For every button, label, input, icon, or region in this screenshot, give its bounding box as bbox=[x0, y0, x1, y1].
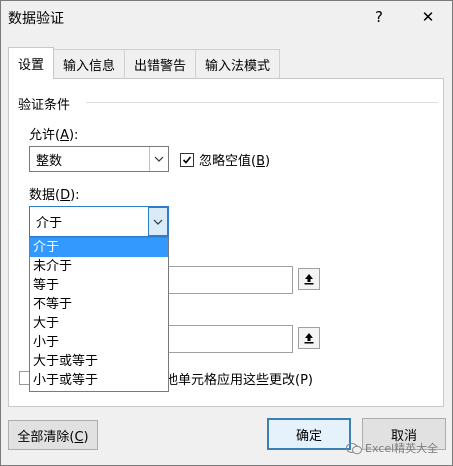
help-button[interactable]: ? bbox=[366, 4, 392, 30]
watermark: Excel精英大全 bbox=[346, 440, 438, 456]
clear-all-label: 全部清除(C) bbox=[17, 429, 89, 445]
minimum-ref-button[interactable] bbox=[298, 268, 320, 290]
allow-select[interactable]: 整数 bbox=[29, 146, 169, 172]
maximum-field[interactable] bbox=[160, 325, 293, 353]
collapse-dialog-icon bbox=[304, 274, 314, 285]
close-icon: ✕ bbox=[421, 8, 435, 26]
data-select[interactable]: 介于 bbox=[29, 206, 169, 237]
chevron-down-icon bbox=[154, 156, 164, 162]
group-divider bbox=[86, 102, 438, 103]
dialog-title: 数据验证 bbox=[8, 11, 64, 27]
tab-ime-mode[interactable]: 输入法模式 bbox=[195, 49, 281, 79]
tab-input-message[interactable]: 输入信息 bbox=[53, 49, 126, 79]
help-icon: ? bbox=[375, 8, 383, 26]
apply-all-label: 他单元格应用这些更改(P) bbox=[165, 373, 313, 388]
ignore-blank-label: 忽略空值(B) bbox=[199, 154, 271, 169]
option-less-equal[interactable]: 小于或等于 bbox=[30, 371, 168, 390]
allow-dropdown-button[interactable] bbox=[149, 147, 168, 171]
tab-settings[interactable]: 设置 bbox=[8, 47, 55, 79]
data-dropdown-button[interactable] bbox=[148, 207, 168, 236]
ok-button[interactable]: 确定 bbox=[267, 418, 351, 450]
ok-label: 确定 bbox=[295, 428, 322, 444]
collapse-dialog-icon bbox=[304, 333, 314, 344]
option-equal[interactable]: 等于 bbox=[30, 276, 168, 295]
allow-label: 允许(A): bbox=[29, 128, 79, 143]
option-not-equal[interactable]: 不等于 bbox=[30, 295, 168, 314]
maximum-ref-button[interactable] bbox=[298, 327, 320, 349]
option-less[interactable]: 小于 bbox=[30, 333, 168, 352]
tab-strip: 设置 输入信息 出错警告 输入法模式 bbox=[8, 47, 281, 80]
data-dropdown-list[interactable]: 介于 未介于 等于 不等于 大于 小于 大于或等于 小于或等于 bbox=[29, 237, 169, 392]
option-not-between[interactable]: 未介于 bbox=[30, 257, 168, 276]
clear-all-button[interactable]: 全部清除(C) bbox=[8, 420, 98, 450]
ignore-blank-checkbox[interactable] bbox=[180, 152, 194, 167]
minimum-field[interactable] bbox=[160, 266, 293, 294]
wechat-icon bbox=[346, 442, 362, 454]
watermark-text: Excel精英大全 bbox=[365, 442, 439, 455]
checkmark-icon bbox=[182, 155, 192, 164]
option-greater-equal[interactable]: 大于或等于 bbox=[30, 352, 168, 371]
data-value: 介于 bbox=[36, 216, 63, 231]
option-between[interactable]: 介于 bbox=[30, 238, 168, 257]
allow-value: 整数 bbox=[36, 153, 63, 169]
tab-error-alert[interactable]: 出错警告 bbox=[124, 49, 197, 79]
option-greater[interactable]: 大于 bbox=[30, 314, 168, 333]
ignore-blank-option[interactable]: 忽略空值(B) bbox=[180, 150, 270, 169]
data-label: 数据(D): bbox=[29, 188, 80, 203]
validation-criteria-title: 验证条件 bbox=[18, 98, 71, 113]
chevron-down-icon bbox=[153, 219, 163, 225]
close-button[interactable]: ✕ bbox=[415, 4, 441, 30]
